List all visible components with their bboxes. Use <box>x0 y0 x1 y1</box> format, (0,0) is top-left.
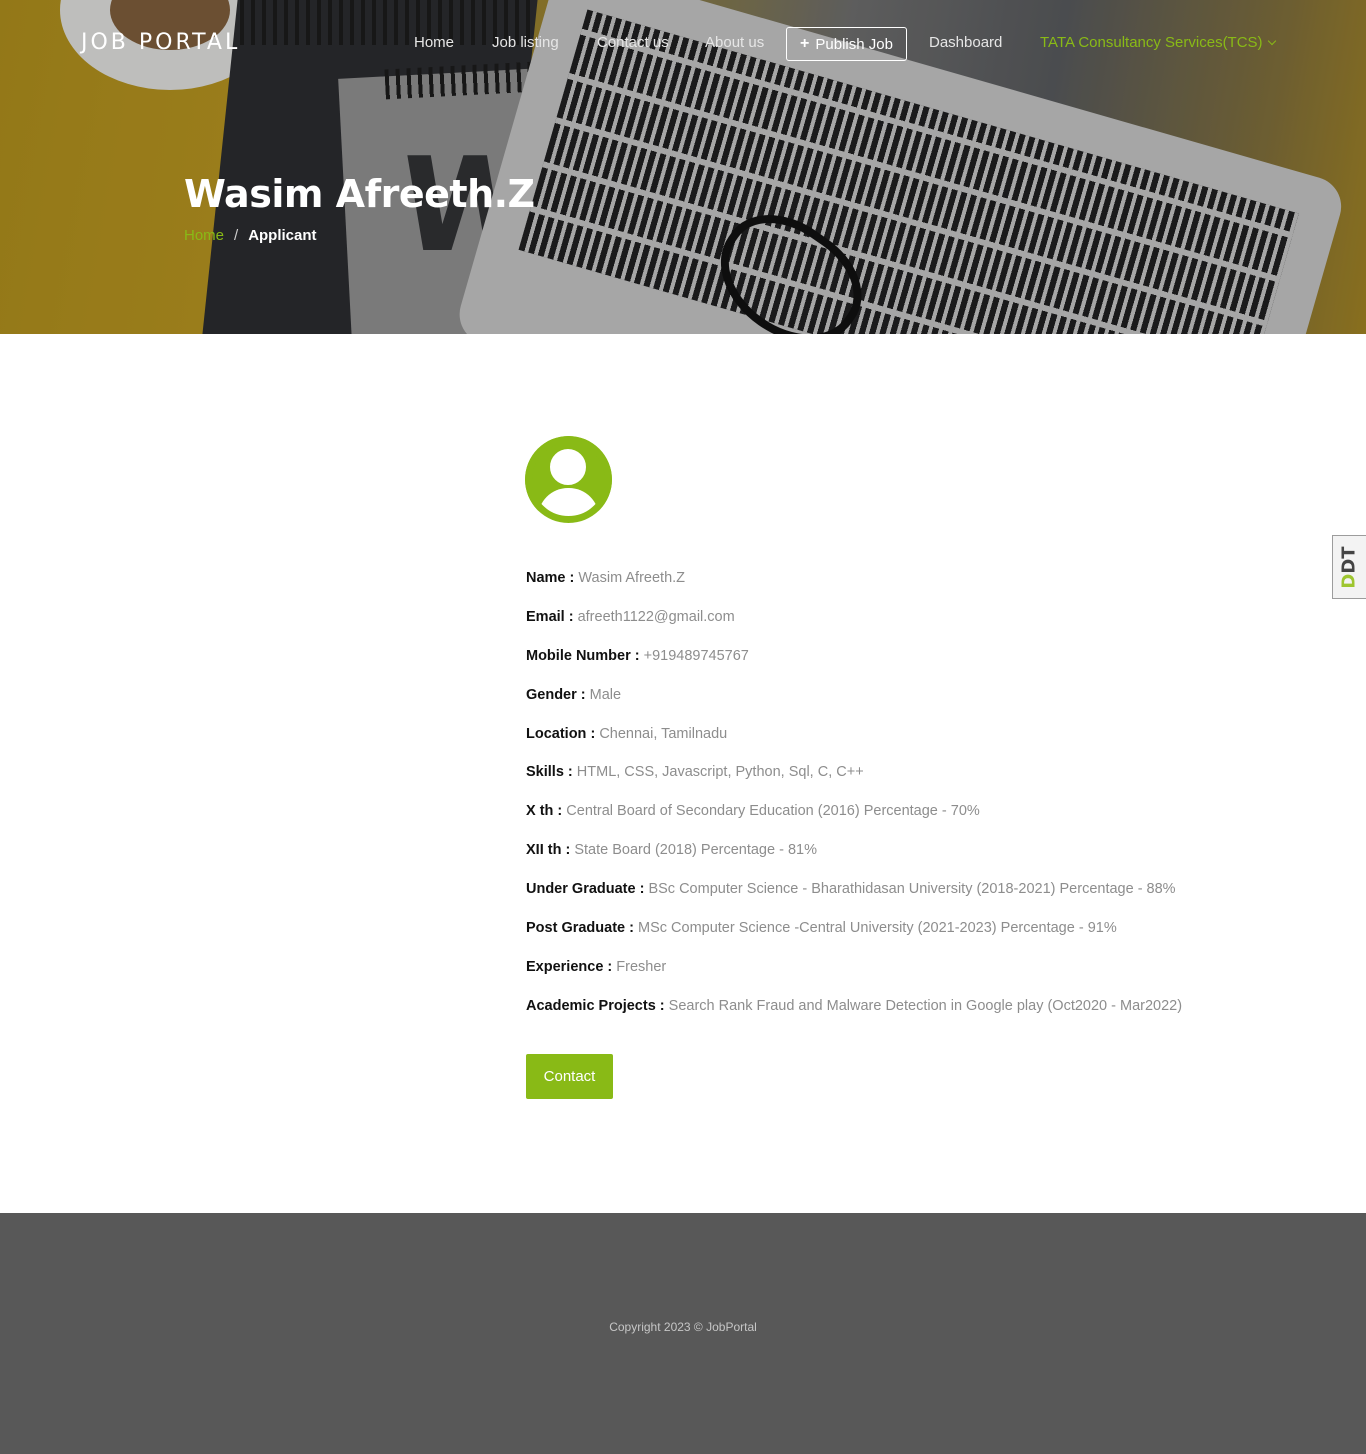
page-footer: Copyright 2023 © JobPortal <box>0 1213 1366 1454</box>
detail-row-postgraduate: Post Graduate : MSc Computer Science -Ce… <box>526 919 1246 958</box>
nav-home[interactable]: Home <box>414 34 454 51</box>
publish-job-button[interactable]: + Publish Job <box>786 27 907 61</box>
plus-icon: + <box>800 35 810 52</box>
page-title: Wasim Afreeth.Z <box>184 172 535 216</box>
detail-row-skills: Skills : HTML, CSS, Javascript, Python, … <box>526 763 1246 802</box>
detail-row-mobile: Mobile Number : +919489745767 <box>526 647 1246 686</box>
detail-label: Gender : <box>526 686 586 703</box>
user-avatar-icon <box>525 436 612 523</box>
breadcrumb-current: Applicant <box>248 227 317 244</box>
detail-label: Skills : <box>526 764 573 781</box>
detail-row-email: Email : afreeth1122@gmail.com <box>526 608 1246 647</box>
detail-value: Wasim Afreeth.Z <box>578 570 686 586</box>
detail-label: Email : <box>526 608 574 625</box>
breadcrumb: Home / Applicant <box>184 227 317 244</box>
detail-row-gender: Gender : Male <box>526 686 1246 725</box>
detail-value: Male <box>589 686 622 703</box>
company-name: TATA Consultancy Services(TCS) <box>1040 34 1263 51</box>
side-tab-letter: D <box>1339 573 1360 589</box>
avatar-ring <box>525 436 612 523</box>
detail-value: afreeth1122@gmail.com <box>577 608 735 625</box>
contact-button[interactable]: Contact <box>526 1054 613 1099</box>
nav-dashboard[interactable]: Dashboard <box>929 34 1002 51</box>
detail-value: +919489745767 <box>643 647 749 664</box>
detail-row-location: Location : Chennai, Tamilnadu <box>526 725 1246 764</box>
side-tab-text: DT <box>1339 545 1360 574</box>
site-logo[interactable]: JOB PORTAL <box>81 30 240 55</box>
detail-row-name: Name : Wasim Afreeth.Z <box>526 569 1246 608</box>
detail-label: Location : <box>526 725 596 742</box>
detail-label: XII th : <box>526 842 571 859</box>
detail-label: Post Graduate : <box>526 920 634 937</box>
side-extension-tab[interactable]: DDT <box>1332 535 1366 599</box>
hero-banner: WE ARE JOB PORTAL Home Job listing Conta… <box>0 0 1366 334</box>
detail-value: Central Board of Secondary Education (20… <box>566 803 980 820</box>
detail-label: Academic Projects : <box>526 997 665 1014</box>
applicant-details: Name : Wasim Afreeth.Z Email : afreeth11… <box>526 569 1246 1036</box>
company-dropdown[interactable]: TATA Consultancy Services(TCS) <box>1040 34 1276 51</box>
publish-job-label: Publish Job <box>815 35 893 53</box>
detail-label: Name : <box>526 570 575 586</box>
nav-contact-us[interactable]: Contact us <box>597 34 669 51</box>
detail-row-undergraduate: Under Graduate : BSc Computer Science - … <box>526 880 1246 919</box>
detail-value: Chennai, Tamilnadu <box>599 725 728 742</box>
copyright-text: Copyright 2023 © JobPortal <box>609 1320 757 1334</box>
top-navigation: JOB PORTAL Home Job listing Contact us A… <box>0 0 1366 86</box>
detail-row-xth: X th : Central Board of Secondary Educat… <box>526 802 1246 841</box>
detail-value: BSc Computer Science - Bharathidasan Uni… <box>648 881 1176 898</box>
nav-about-us[interactable]: About us <box>705 34 764 51</box>
nav-job-listing[interactable]: Job listing <box>492 34 559 51</box>
detail-label: Experience : <box>526 958 613 975</box>
detail-row-projects: Academic Projects : Search Rank Fraud an… <box>526 997 1246 1036</box>
detail-value: MSc Computer Science -Central University… <box>638 920 1117 937</box>
detail-value: Fresher <box>616 958 667 975</box>
detail-row-experience: Experience : Fresher <box>526 958 1246 997</box>
detail-label: Mobile Number : <box>526 647 640 664</box>
chevron-down-icon <box>1267 36 1276 45</box>
breadcrumb-home[interactable]: Home <box>184 227 224 244</box>
detail-label: X th : <box>526 803 563 820</box>
detail-label: Under Graduate : <box>526 881 645 898</box>
detail-row-xiith: XII th : State Board (2018) Percentage -… <box>526 841 1246 880</box>
side-tab-label: DDT <box>1339 546 1360 588</box>
breadcrumb-separator: / <box>234 227 239 244</box>
detail-value: State Board (2018) Percentage - 81% <box>574 842 817 859</box>
detail-value: HTML, CSS, Javascript, Python, Sql, C, C… <box>576 764 864 781</box>
detail-value: Search Rank Fraud and Malware Detection … <box>668 997 1183 1014</box>
